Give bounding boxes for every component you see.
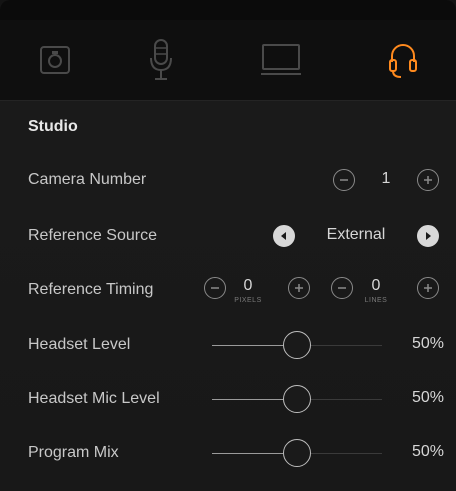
pixels-decrement-button[interactable] [204, 277, 226, 299]
lines-unit: LINES [364, 297, 388, 304]
decrement-button[interactable] [333, 169, 355, 191]
row-program-mix: Program Mix 50% [0, 426, 456, 480]
slider-knob[interactable] [283, 385, 311, 413]
lines-value: 0 [371, 277, 381, 294]
pixels-value: 0 [243, 277, 253, 294]
reference-timing-label: Reference Timing [28, 281, 154, 298]
top-edge [0, 0, 456, 20]
left-arrow-icon [281, 232, 286, 240]
section-title: Studio [28, 118, 78, 135]
reference-source-value: External [326, 226, 386, 243]
lines-increment-button[interactable] [417, 277, 439, 299]
slider-track-filled [212, 345, 283, 346]
headset-level-value: 50% [411, 335, 444, 352]
headset-level-label: Headset Level [28, 336, 131, 353]
row-headset-level: Headset Level 50% [0, 318, 456, 372]
slider-track [311, 345, 382, 346]
camera-number-label: Camera Number [28, 171, 147, 188]
camera-icon [39, 45, 71, 75]
right-arrow-icon [426, 232, 431, 240]
headset-mic-level-label: Headset Mic Level [28, 390, 160, 407]
minus-icon [211, 287, 219, 289]
settings-panel: Studio Camera Number 1 Reference Source … [0, 0, 456, 491]
increment-button[interactable] [417, 169, 439, 191]
pixels-increment-button[interactable] [288, 277, 310, 299]
slider-track-filled [212, 399, 283, 400]
tab-bar [0, 20, 456, 101]
previous-button[interactable] [273, 225, 295, 247]
slider-knob[interactable] [283, 439, 311, 467]
slider-track [311, 453, 382, 454]
tab-headset[interactable] [358, 20, 448, 100]
row-reference-source: Reference Source External [0, 209, 456, 263]
row-reference-timing: Reference Timing 0 PIXELS 0 LINES [0, 263, 456, 317]
row-camera-number: Camera Number 1 [0, 153, 456, 207]
minus-icon [340, 179, 348, 181]
next-button[interactable] [417, 225, 439, 247]
monitor-icon [259, 43, 303, 77]
minus-icon [338, 287, 346, 289]
row-headset-mic-level: Headset Mic Level 50% [0, 372, 456, 426]
pixels-unit: PIXELS [234, 297, 262, 304]
reference-source-label: Reference Source [28, 227, 157, 244]
lines-decrement-button[interactable] [331, 277, 353, 299]
plus-icon [424, 284, 432, 292]
program-mix-label: Program Mix [28, 444, 119, 461]
microphone-icon [148, 38, 174, 82]
headset-icon [388, 40, 418, 80]
slider-track [311, 399, 382, 400]
plus-icon [424, 176, 432, 184]
tab-monitor[interactable] [236, 20, 326, 100]
program-mix-value: 50% [411, 443, 444, 460]
slider-knob[interactable] [283, 331, 311, 359]
camera-number-value: 1 [381, 170, 391, 187]
tab-audio[interactable] [116, 20, 206, 100]
plus-icon [295, 284, 303, 292]
tab-camera[interactable] [10, 20, 100, 100]
headset-mic-level-value: 50% [411, 389, 444, 406]
slider-track-filled [212, 453, 283, 454]
